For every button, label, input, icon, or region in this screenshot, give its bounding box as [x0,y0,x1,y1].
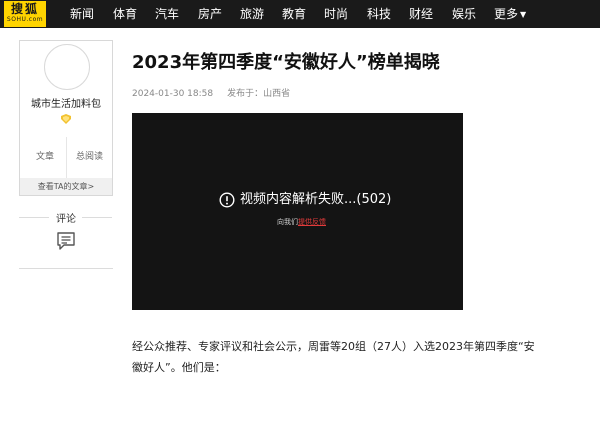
nav-item-travel[interactable]: 旅游 [240,0,264,28]
nav-item-tech[interactable]: 科技 [367,0,391,28]
caret-down-icon: ▼ [520,10,527,19]
article-paragraph: 经公众推荐、专家评议和社会公示，周雷等20组（27人）入选2023年第四季度“安… [132,340,535,374]
logo-domain: SOHU.com [6,16,44,23]
nav-item-entertainment[interactable]: 娱乐 [452,0,476,28]
medal-icon [61,114,71,124]
nav-item-auto[interactable]: 汽车 [155,0,179,28]
nav-more-menu[interactable]: 更多 ▼ [494,0,526,28]
nav-item-education[interactable]: 教育 [282,0,306,28]
nav-item-sports[interactable]: 体育 [113,0,137,28]
comment-icon[interactable] [56,231,76,251]
nav-item-realestate[interactable]: 房产 [198,0,222,28]
sohu-logo[interactable]: 搜狐 SOHU.com [4,1,46,27]
nav-item-finance[interactable]: 财经 [409,0,433,28]
comment-divider-left [19,217,49,218]
comment-divider-right [82,217,112,218]
video-feedback: 向我们提供反馈 [277,217,326,227]
comment-label: 评论 [56,214,76,225]
nav-item-fashion[interactable]: 时尚 [324,0,348,28]
nav-item-news[interactable]: 新闻 [70,0,94,28]
views-stat-label: 总阅读 [76,152,104,162]
feedback-prefix: 向我们 [277,218,298,226]
top-nav-bar: 搜狐 SOHU.com 新闻 体育 汽车 房产 旅游 教育 时尚 科技 财经 娱… [0,0,600,28]
articles-stat-label: 文章 [36,152,55,162]
video-player[interactable]: 视频内容解析失败...(502) 向我们提供反馈 [132,113,463,310]
feedback-link[interactable]: 提供反馈 [298,218,326,226]
view-articles-link[interactable]: 查看TA的文章> [20,178,112,195]
error-icon [219,192,235,208]
article-title: 2023年第四季度“安徽好人”榜单揭晓 [132,52,440,73]
comment-bottom-divider [19,268,113,269]
nav-more-label: 更多 [494,7,519,21]
publish-date: 2024-01-30 18:58 [132,89,214,99]
author-name[interactable]: 城市生活加料包 [20,95,112,110]
author-card: 城市生活加料包 文章 总阅读 查看TA的文章> [19,40,113,196]
video-error-message: 视频内容解析失败...(502) [240,192,392,207]
article-meta: 2024-01-30 18:58 发布于：山西省 [132,86,304,99]
publish-location: 发布于：山西省 [227,89,291,99]
logo-text: 搜狐 [10,2,39,16]
avatar[interactable] [44,44,90,90]
